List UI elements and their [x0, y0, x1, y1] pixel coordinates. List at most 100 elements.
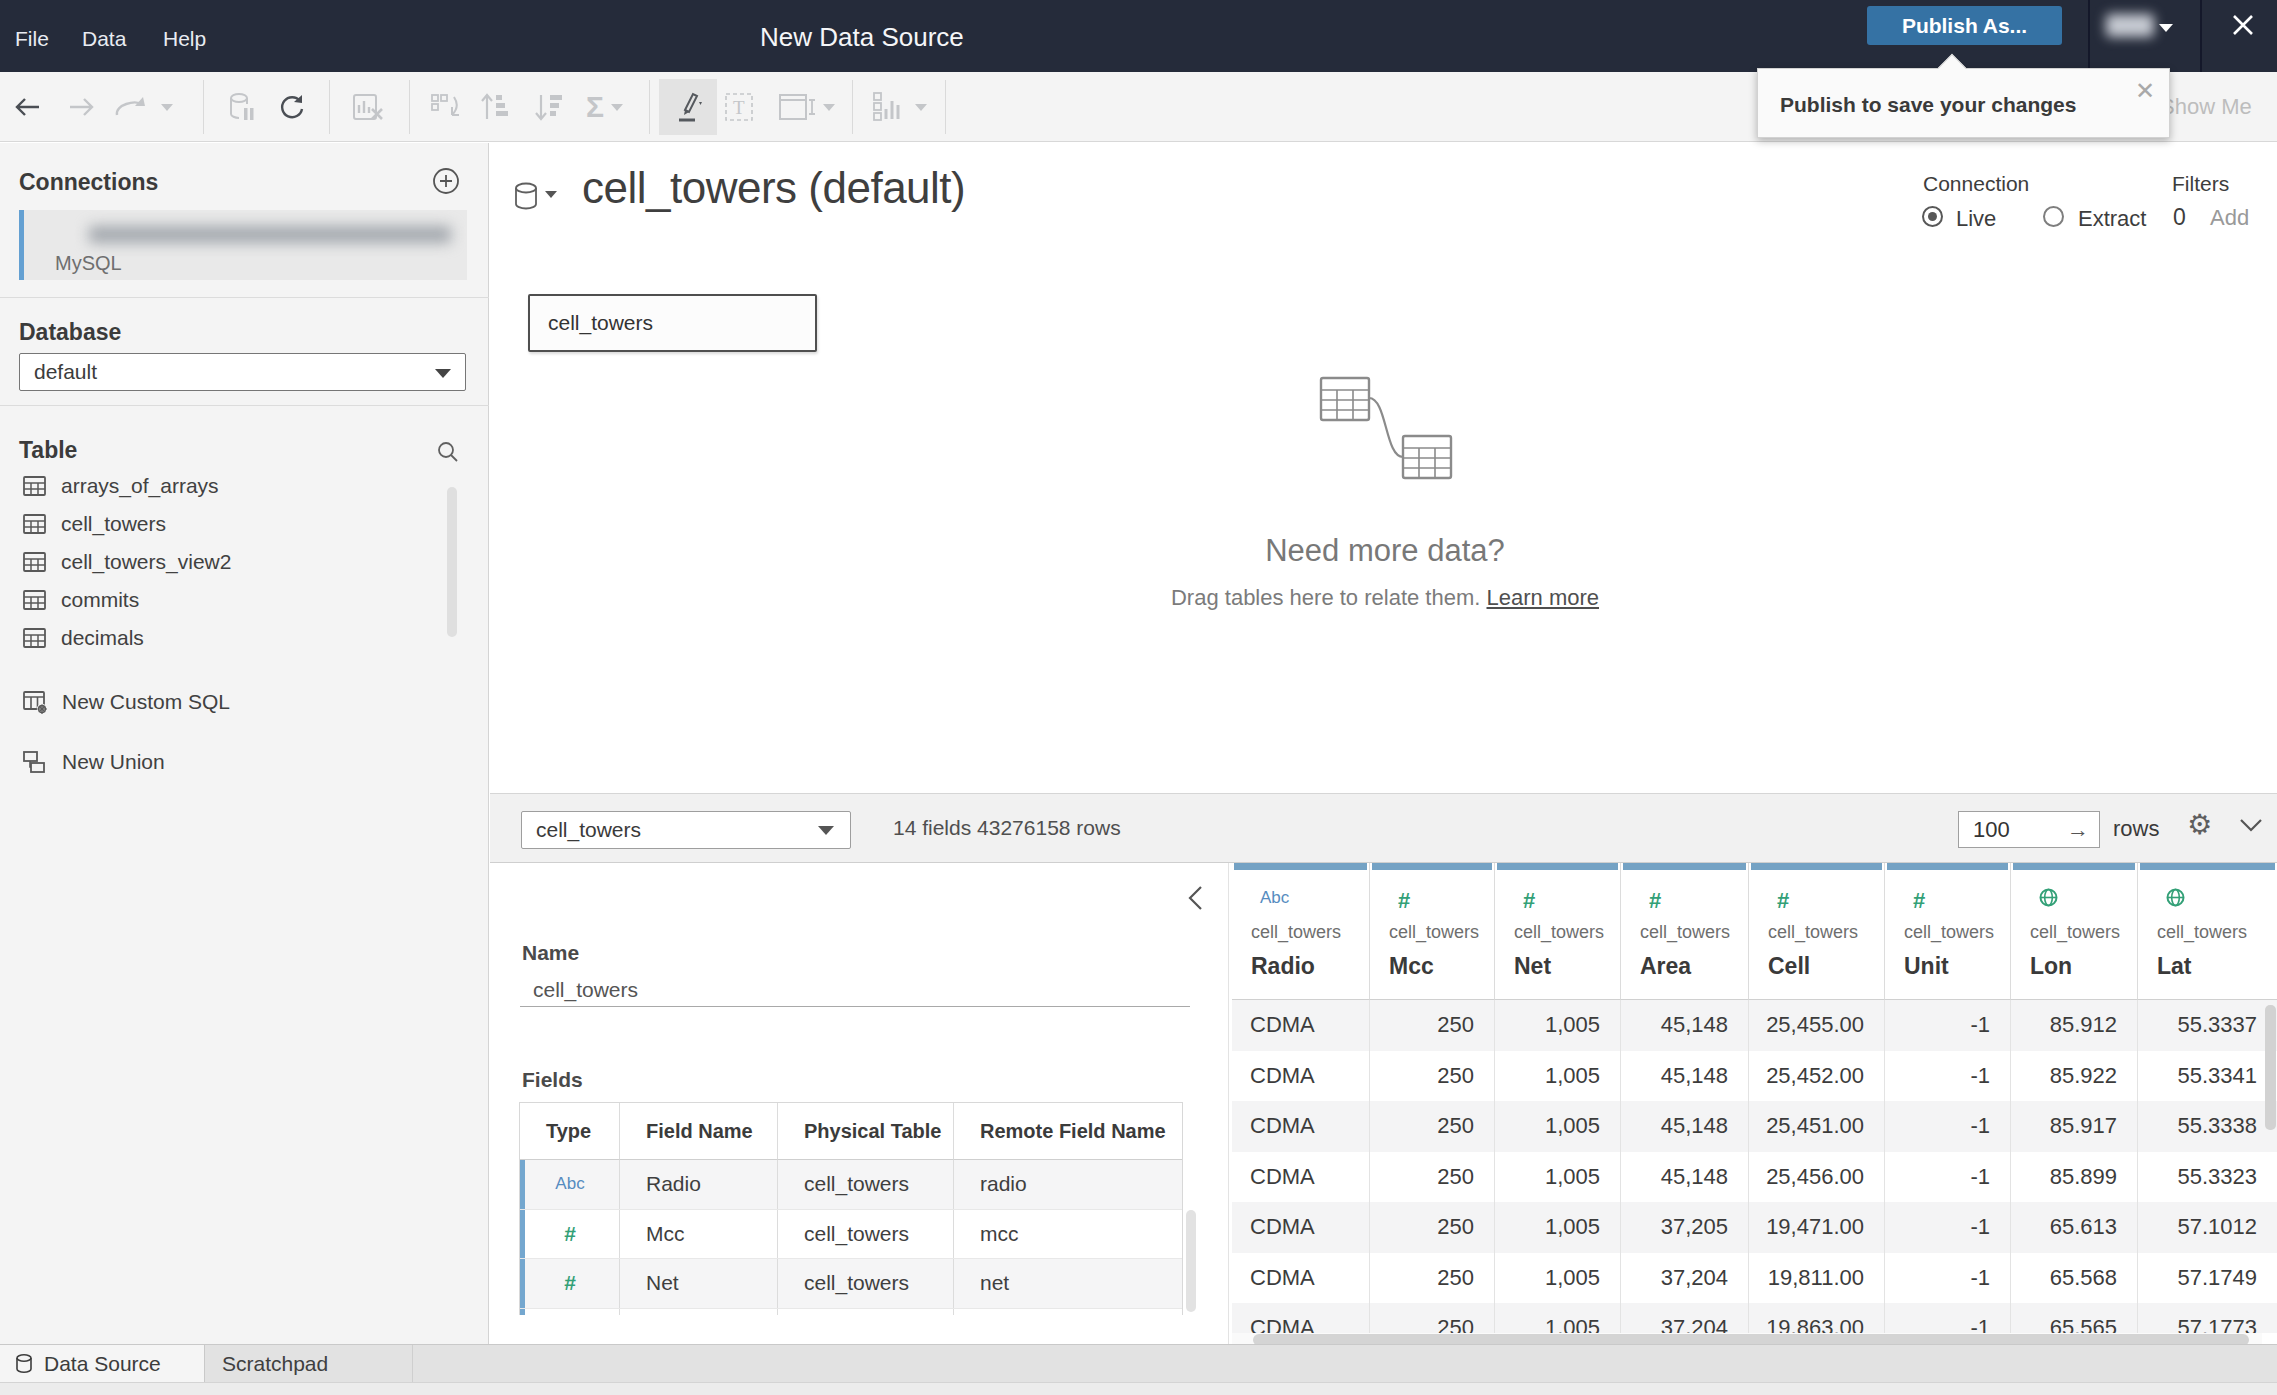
swap-rows-columns-button[interactable]: [430, 72, 460, 142]
field-type-icon: #: [1649, 888, 1661, 914]
data-source-tab-icon: [15, 1353, 35, 1375]
grid-row[interactable]: CDMA2501,00545,14825,452.00-185.92255.33…: [1232, 1051, 2277, 1102]
sidebar-scrollbar[interactable]: [447, 487, 457, 637]
field-type-icon: #: [1523, 888, 1535, 914]
sidebar: Connections MySQL Database default Table…: [0, 143, 489, 1344]
sort-descending-button[interactable]: [535, 72, 565, 142]
user-avatar[interactable]: [2106, 14, 2154, 37]
learn-more-link[interactable]: Learn more: [1487, 585, 1600, 610]
fields-table-scrollbar[interactable]: [1186, 1210, 1196, 1312]
grid-col-Unit[interactable]: #cell_towersUnit: [1884, 863, 2010, 1000]
datasource-db-icon[interactable]: [514, 182, 540, 212]
bottom-strip: [0, 1382, 2277, 1395]
connection-item[interactable]: MySQL: [19, 210, 467, 280]
replay-button[interactable]: [113, 72, 149, 142]
window-title: New Data Source: [760, 0, 964, 72]
field-row-Net[interactable]: #Netcell_towersnet: [520, 1259, 1182, 1309]
pause-updates-button[interactable]: [228, 72, 256, 142]
publish-tooltip: Publish to save your changes ✕: [1757, 68, 2170, 138]
sidebar-table-decimals[interactable]: decimals: [0, 619, 440, 657]
field-type-icon: Abc: [520, 1160, 619, 1209]
replay-caret-icon[interactable]: [160, 72, 174, 142]
highlight-button[interactable]: [671, 72, 705, 142]
grid-row[interactable]: CDMA2501,00537,20519,471.00-165.61357.10…: [1232, 1202, 2277, 1253]
new-union[interactable]: New Union: [0, 743, 440, 781]
search-icon[interactable]: [436, 440, 460, 464]
grid-col-Lon[interactable]: cell_towersLon: [2010, 863, 2137, 1000]
sort-ascending-button[interactable]: [481, 72, 511, 142]
new-custom-sql-label: New Custom SQL: [62, 690, 230, 714]
grid-row[interactable]: CDMA2501,00537,20419,811.00-165.56857.17…: [1232, 1253, 2277, 1304]
table-details-band: cell_towers 14 fields 43276158 rows 100 …: [490, 793, 2277, 863]
text-label-button[interactable]: T: [724, 72, 754, 142]
grid-vscrollbar[interactable]: [2265, 1005, 2276, 1130]
show-mark-type-button[interactable]: [872, 72, 928, 142]
field-type-icon: #: [1777, 888, 1789, 914]
field-row-partial: [520, 1309, 1182, 1316]
grid-row[interactable]: CDMA2501,00537,20419,863.00-165.56557.17…: [1232, 1303, 2277, 1333]
tab-data-source[interactable]: Data Source: [0, 1345, 205, 1383]
scratchpad-tab-label: Scratchpad: [222, 1352, 328, 1376]
menu-help[interactable]: Help: [163, 0, 206, 72]
grid-row[interactable]: CDMA2501,00545,14825,455.00-185.91255.33…: [1232, 1000, 2277, 1051]
connection-name-redacted: [89, 226, 451, 243]
add-connection-icon[interactable]: [432, 167, 460, 195]
database-select[interactable]: default: [19, 353, 466, 391]
filters-add-button[interactable]: Add: [2210, 205, 2249, 231]
redo-button[interactable]: [68, 72, 96, 142]
sidebar-table-arrays_of_arrays[interactable]: arrays_of_arrays: [0, 467, 440, 505]
tooltip-close-icon[interactable]: ✕: [2135, 79, 2155, 103]
user-menu-caret-icon[interactable]: [2159, 24, 2173, 32]
undo-button[interactable]: [13, 72, 41, 142]
grid-rows: CDMA2501,00545,14825,455.00-185.91255.33…: [1232, 1000, 2277, 1333]
database-heading: Database: [19, 319, 121, 346]
datasource-title[interactable]: cell_towers (default): [582, 163, 965, 213]
extract-radio[interactable]: [2043, 206, 2064, 227]
collapse-preview-icon[interactable]: [2238, 816, 2264, 834]
name-value[interactable]: cell_towers: [533, 978, 638, 1002]
rows-label: rows: [2113, 816, 2159, 842]
fit-selector[interactable]: [778, 72, 836, 142]
collapse-panel-icon[interactable]: [1185, 885, 1205, 911]
menu-data[interactable]: Data: [82, 0, 126, 72]
top-bar: File Data Help New Data Source Publish A…: [0, 0, 2277, 72]
metadata-panel: Name cell_towers Fields TypeField NamePh…: [490, 863, 1229, 1344]
gear-icon[interactable]: ⚙: [2187, 808, 2212, 841]
tab-scratchpad[interactable]: Scratchpad: [205, 1345, 413, 1383]
table-chip[interactable]: cell_towers: [528, 294, 817, 352]
field-row-Radio[interactable]: AbcRadiocell_towersradio: [520, 1160, 1182, 1210]
datasource-caret-icon[interactable]: [545, 191, 557, 198]
grid-row[interactable]: CDMA2501,00545,14825,456.00-185.89955.33…: [1232, 1152, 2277, 1203]
clear-sheet-button[interactable]: [352, 72, 384, 142]
grid-col-Cell[interactable]: #cell_towersCell: [1748, 863, 1884, 1000]
menu-file[interactable]: File: [15, 0, 49, 72]
grid-col-Radio[interactable]: Abccell_towersRadio: [1232, 863, 1369, 1000]
grid-row[interactable]: CDMA2501,00545,14825,451.00-185.91755.33…: [1232, 1101, 2277, 1152]
table-heading: Table: [19, 437, 77, 464]
apply-rows-arrow-icon[interactable]: →: [2067, 812, 2089, 847]
sidebar-table-cell_towers[interactable]: cell_towers: [0, 505, 440, 543]
field-type-icon: #: [520, 1259, 619, 1308]
field-type-icon: #: [520, 1210, 619, 1259]
totals-button[interactable]: Σ: [586, 72, 624, 142]
fields-label: Fields: [522, 1068, 583, 1092]
publish-as-button[interactable]: Publish As...: [1867, 6, 2062, 45]
table-select[interactable]: cell_towers: [521, 811, 851, 849]
refresh-button[interactable]: [277, 72, 305, 142]
grid-col-Mcc[interactable]: #cell_towersMcc: [1369, 863, 1494, 1000]
empty-state: Need more data? Drag tables here to rela…: [1150, 369, 1620, 611]
fields-col-header: Field Name: [619, 1103, 777, 1160]
show-me-button[interactable]: Show Me: [2160, 72, 2252, 142]
topbar-divider: [2200, 0, 2202, 72]
sidebar-table-commits[interactable]: commits: [0, 581, 440, 619]
field-row-Mcc[interactable]: #Mcccell_towersmcc: [520, 1210, 1182, 1260]
new-custom-sql[interactable]: New Custom SQL: [0, 683, 440, 721]
grid-col-Net[interactable]: #cell_towersNet: [1494, 863, 1620, 1000]
row-count-input[interactable]: 100 →: [1958, 811, 2100, 848]
fields-col-header: Physical Table: [777, 1103, 953, 1160]
live-radio[interactable]: [1922, 206, 1943, 227]
close-icon[interactable]: [2231, 13, 2255, 37]
grid-col-Area[interactable]: #cell_towersArea: [1620, 863, 1748, 1000]
sidebar-table-cell_towers_view2[interactable]: cell_towers_view2: [0, 543, 440, 581]
grid-col-Lat[interactable]: cell_towersLat: [2137, 863, 2277, 1000]
